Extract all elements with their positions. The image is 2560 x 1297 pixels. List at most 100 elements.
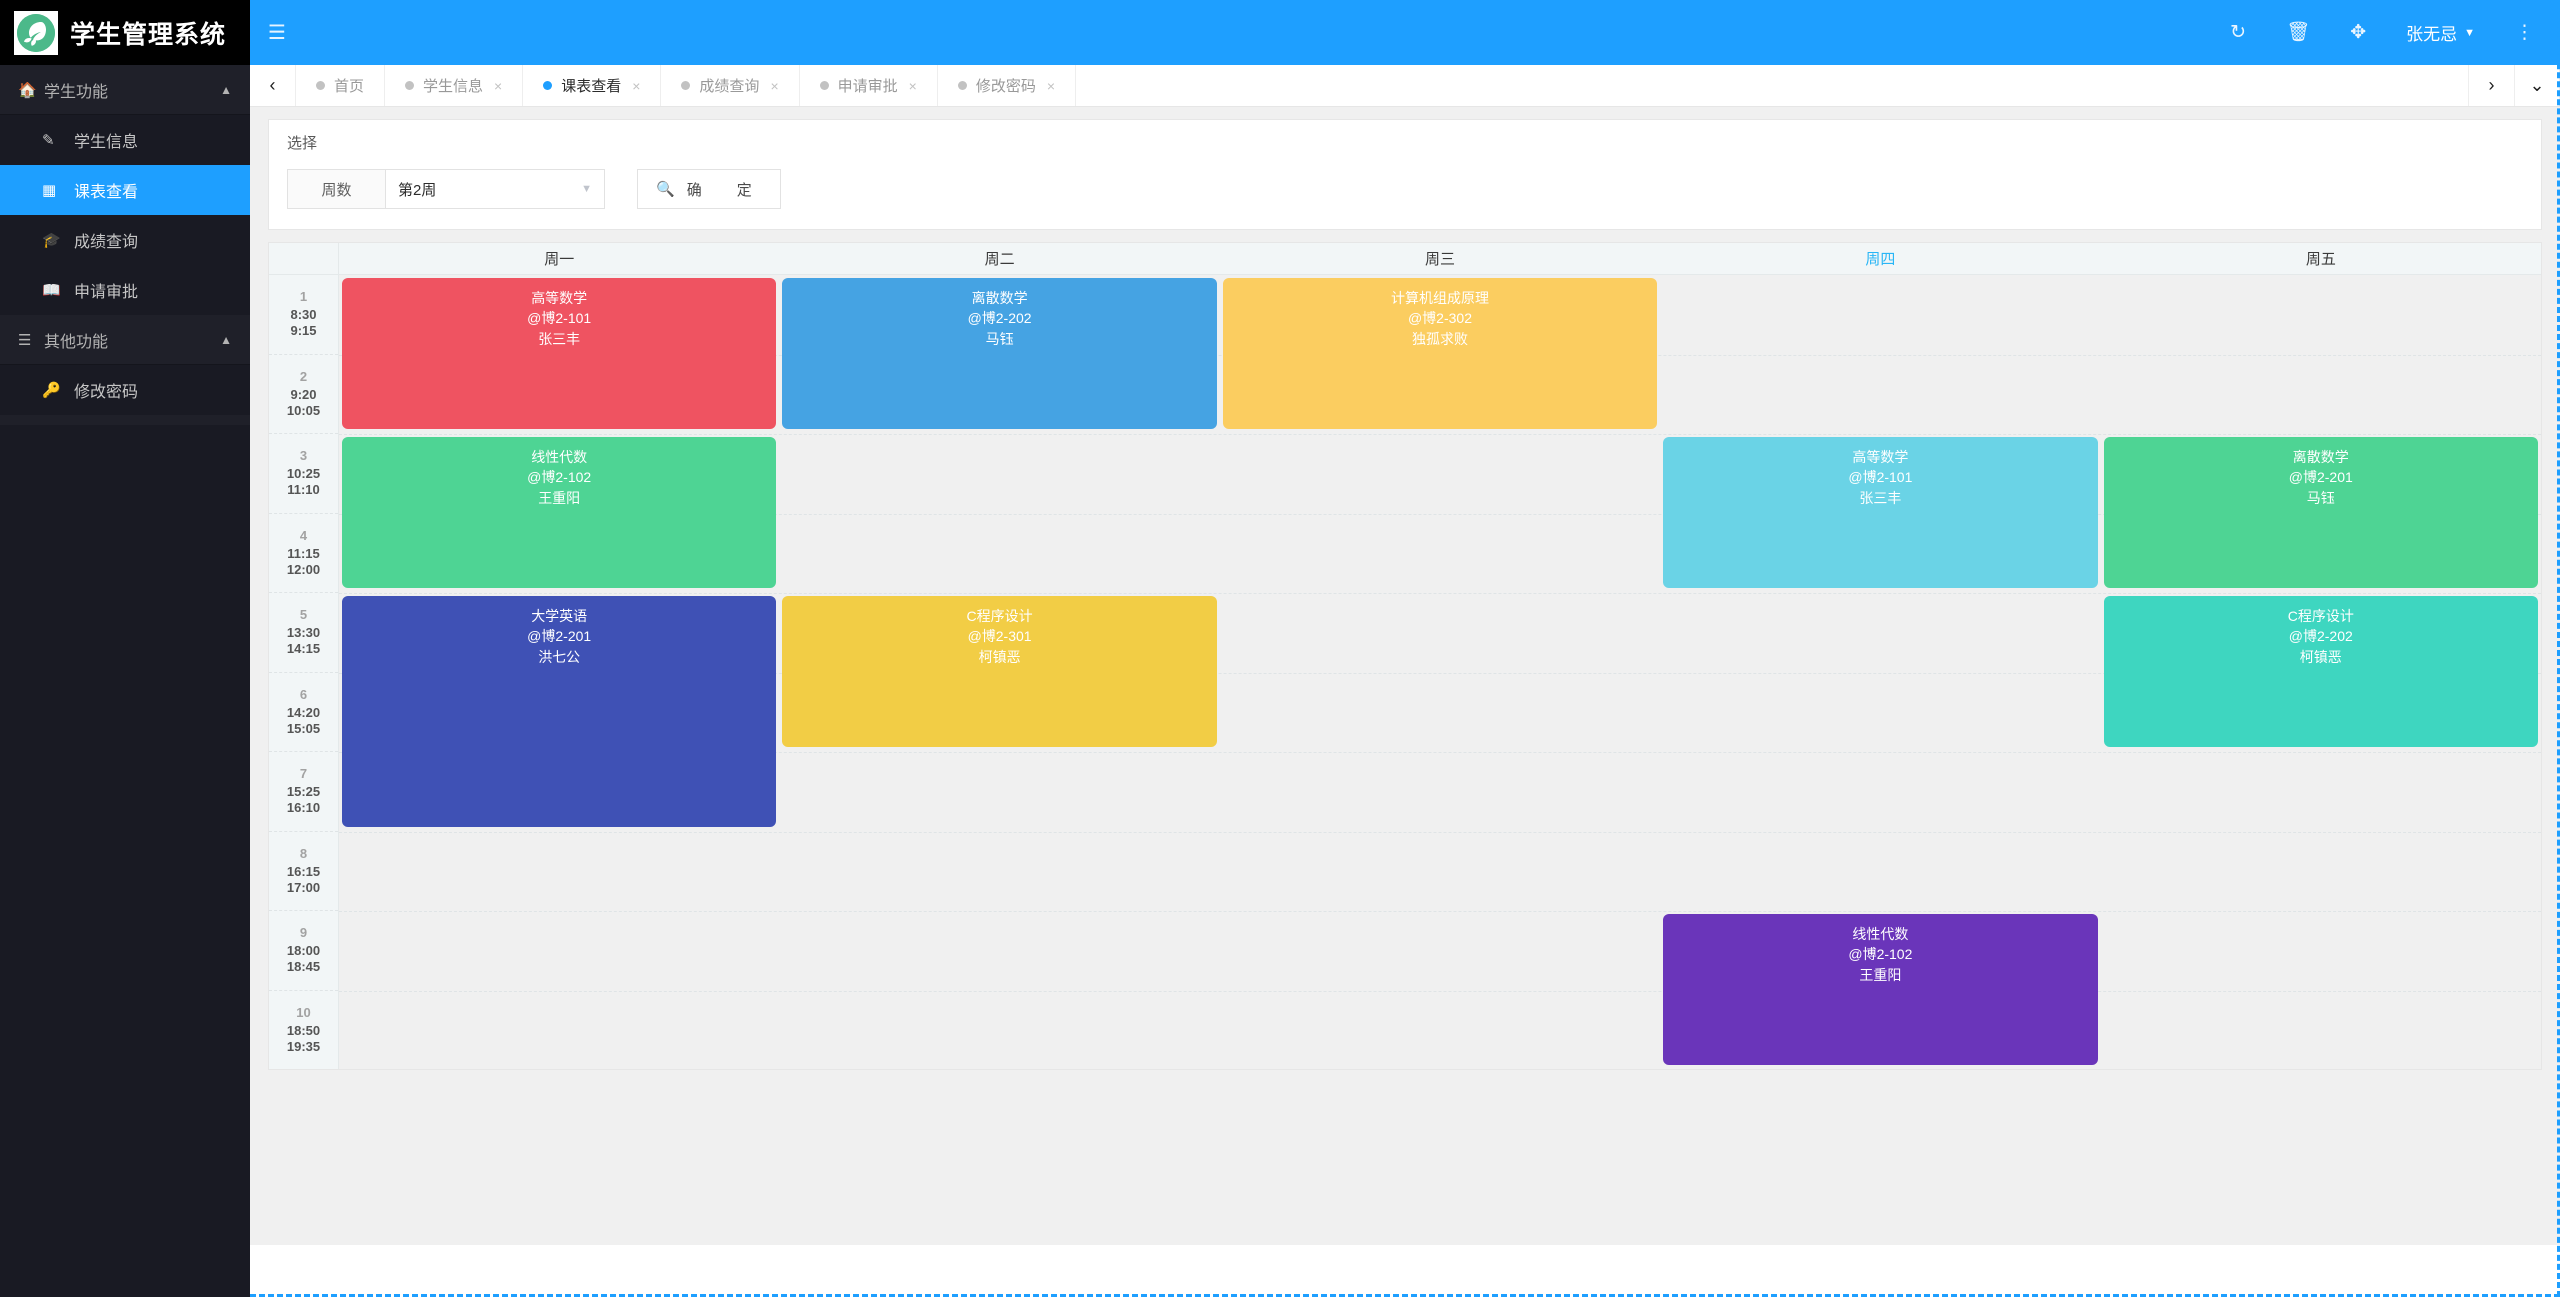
- course-teacher: 独孤求败: [1411, 330, 1468, 347]
- close-icon[interactable]: ×: [770, 78, 778, 94]
- close-icon[interactable]: ×: [909, 78, 917, 94]
- course-teacher: 洪七公: [538, 648, 581, 665]
- trash-icon[interactable]: 🗑: [2286, 23, 2310, 42]
- tab-student-info[interactable]: 学生信息 ×: [385, 65, 524, 106]
- period-number: 6: [299, 686, 308, 702]
- sidebar-item-label: 学生信息: [74, 134, 139, 151]
- tabs-scroll-right-button[interactable]: ›: [2468, 65, 2514, 106]
- user-menu[interactable]: 张无忌 ▼: [2406, 20, 2475, 45]
- timetable-grid: 高等数学 @博2-101 张三丰 线性代数 @博2-102 王重阳 大学英语 @博2-201 洪…: [339, 275, 2541, 1069]
- table-icon: ▦: [42, 182, 57, 199]
- tab-approval[interactable]: 申请审批 ×: [800, 65, 938, 106]
- course-block[interactable]: 线性代数 @博2-102 王重阳: [342, 437, 777, 588]
- day-header-fri: 周五: [2305, 251, 2336, 268]
- chevron-up-icon: ▲: [220, 332, 232, 347]
- period-number: 8: [299, 845, 308, 861]
- course-name: 线性代数: [1852, 926, 1909, 942]
- time-slot: 2 9:20 10:05: [269, 355, 338, 434]
- course-block[interactable]: 计算机组成原理 @博2-302 独孤求败: [1222, 278, 1658, 429]
- sidebar-group-other[interactable]: ☰ 其他功能 ▲: [0, 315, 250, 365]
- sidebar-item-student-info[interactable]: ✎ 学生信息: [0, 115, 250, 165]
- main-area: ☰ ↻ 🗑 ✥ 张无忌 ▼ ⋮ ‹ 首页 学生信息 × 课表查看 × 成绩查询 …: [250, 0, 2560, 1297]
- course-name: 高等数学: [1852, 449, 1909, 465]
- close-icon[interactable]: ×: [494, 78, 502, 94]
- close-icon[interactable]: ×: [1047, 78, 1055, 94]
- header-actions: ↻ 🗑 ✥ 张无忌 ▼ ⋮: [2230, 20, 2542, 45]
- course-block[interactable]: 线性代数 @博2-102 王重阳: [1663, 914, 2098, 1065]
- course-room: @博2-301: [967, 628, 1032, 645]
- week-select[interactable]: 第2周 ▼: [386, 170, 604, 208]
- period-start-time: 14:20: [286, 704, 321, 720]
- period-number: 1: [299, 289, 308, 305]
- course-teacher: 柯镇恶: [978, 648, 1021, 665]
- sidebar-item-grades[interactable]: 🎓 成绩查询: [0, 215, 250, 265]
- sidebar-item-approval[interactable]: 📖 申请审批: [0, 265, 250, 315]
- course-block[interactable]: C程序设计 @博2-202 柯镇恶: [2103, 596, 2538, 747]
- confirm-button-label: 确 定: [686, 181, 762, 199]
- tab-home[interactable]: 首页: [296, 65, 386, 106]
- time-slot: 5 13:30 14:15: [269, 593, 338, 673]
- more-vertical-icon[interactable]: ⋮: [2515, 23, 2534, 42]
- course-block[interactable]: 离散数学 @博2-201 马钰: [2103, 437, 2538, 588]
- day-header-tue: 周二: [984, 251, 1015, 268]
- brand-logo[interactable]: 学生管理系统: [0, 0, 250, 65]
- tab-grades[interactable]: 成绩查询 ×: [661, 65, 800, 106]
- filter-controls: 周数 第2周 ▼ 🔍 确 定: [269, 153, 2541, 229]
- period-start-time: 10:25: [286, 466, 321, 482]
- course-block[interactable]: 离散数学 @博2-202 马钰: [782, 278, 1217, 429]
- page-content: 选择 周数 第2周 ▼ 🔍 确 定 周一 周二 周三 周四 周五 1 8:30 …: [250, 107, 2560, 1297]
- tabs-dropdown-button[interactable]: ⌄: [2514, 65, 2560, 106]
- period-start-time: 11:15: [287, 545, 320, 561]
- day-header-thu: 周四: [1865, 251, 1896, 268]
- week-addon-label: 周数: [288, 170, 386, 208]
- course-teacher: 张三丰: [538, 330, 581, 347]
- time-column: 1 8:30 9:15 2 9:20 10:05 3 10:25 11:10 4 11:15 12:0…: [269, 275, 339, 1070]
- tab-status-dot-icon: [681, 81, 691, 90]
- period-start-time: 18:50: [286, 1023, 321, 1039]
- period-number: 3: [299, 448, 308, 464]
- time-slot: 10 18:50 19:35: [269, 991, 338, 1070]
- course-block[interactable]: 高等数学 @博2-101 张三丰: [1663, 437, 2098, 588]
- time-slot: 4 11:15 12:00: [269, 514, 338, 593]
- refresh-icon[interactable]: ↻: [2230, 23, 2246, 42]
- period-end-time: 16:10: [286, 800, 321, 816]
- tab-change-password[interactable]: 修改密码 ×: [938, 65, 1077, 106]
- graduation-cap-icon: 🎓: [42, 232, 61, 249]
- menu-bars-icon: ☰: [18, 331, 32, 349]
- time-slot: 3 10:25 11:10: [269, 434, 338, 514]
- course-block[interactable]: 大学英语 @博2-201 洪七公: [342, 596, 777, 827]
- course-name: 线性代数: [531, 449, 588, 465]
- tabs-scroll-left-button[interactable]: ‹: [250, 65, 296, 106]
- sidebar-item-label: 课表查看: [74, 184, 139, 201]
- course-room: @博2-201: [527, 628, 592, 645]
- course-room: @博2-102: [527, 469, 592, 486]
- course-name: 计算机组成原理: [1390, 290, 1489, 306]
- course-room: @博2-202: [2288, 628, 2353, 645]
- close-icon[interactable]: ×: [632, 78, 640, 94]
- course-teacher: 张三丰: [1859, 489, 1902, 506]
- course-block[interactable]: C程序设计 @博2-301 柯镇恶: [782, 596, 1217, 747]
- user-name: 张无忌: [2406, 25, 2458, 44]
- period-end-time: 14:15: [286, 641, 321, 657]
- period-end-time: 15:05: [286, 720, 321, 736]
- sidebar: 学生管理系统 🏠 学生功能 ▲ ✎ 学生信息 ▦ 课表查看 🎓 成绩查询 📖 申…: [0, 0, 250, 1297]
- sidebar-item-timetable[interactable]: ▦ 课表查看: [0, 165, 250, 215]
- collapse-sidebar-icon[interactable]: ☰: [268, 23, 286, 43]
- caret-down-icon: ▼: [581, 183, 592, 195]
- day-column: 高等数学 @博2-101 张三丰 线性代数 @博2-102 王重阳: [1660, 275, 2100, 1069]
- course-block[interactable]: 高等数学 @博2-101 张三丰: [342, 278, 777, 429]
- tab-timetable[interactable]: 课表查看 ×: [523, 65, 662, 106]
- day-header-wed: 周三: [1425, 251, 1456, 268]
- period-start-time: 8:30: [290, 307, 317, 323]
- timetable-card: 周一 周二 周三 周四 周五 1 8:30 9:15 2 9:20 10:05 3 10:25…: [268, 242, 2542, 1070]
- confirm-button[interactable]: 🔍 确 定: [637, 169, 781, 209]
- tab-status-dot-icon: [316, 81, 325, 90]
- course-room: @博2-302: [1407, 310, 1472, 327]
- sidebar-item-change-password[interactable]: 🔑 修改密码: [0, 365, 250, 415]
- sidebar-group-student[interactable]: 🏠 学生功能 ▲: [0, 65, 250, 115]
- tab-status-dot-icon: [543, 81, 553, 90]
- time-slot: 9 18:00 18:45: [269, 911, 338, 991]
- fullscreen-icon[interactable]: ✥: [2350, 23, 2366, 42]
- course-name: 离散数学: [971, 290, 1028, 306]
- period-start-time: 16:15: [286, 863, 321, 879]
